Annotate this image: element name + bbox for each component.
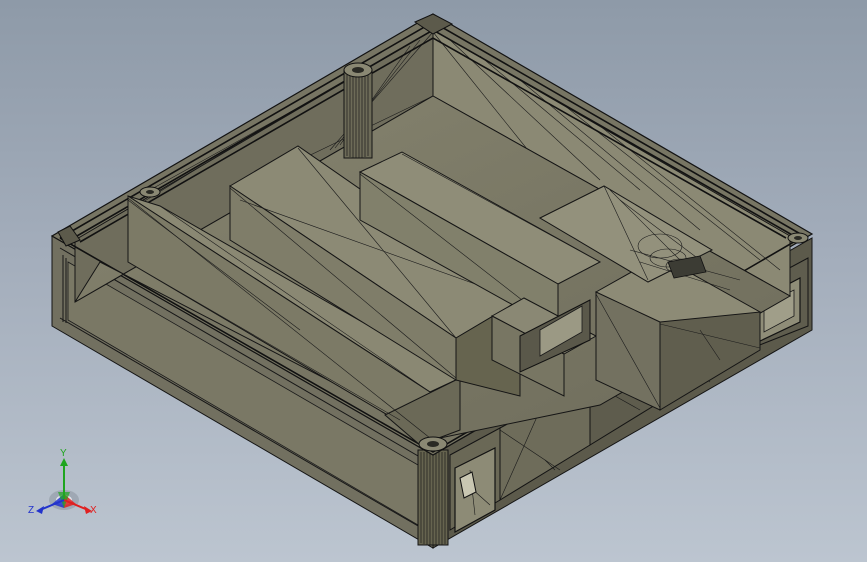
front-post-hole <box>427 441 439 447</box>
x-axis-label: X <box>90 505 97 516</box>
left-post-hole <box>146 190 154 194</box>
z-axis-label: Z <box>28 505 35 516</box>
y-axis-label: Y <box>60 448 67 459</box>
right-post-hole <box>794 236 802 240</box>
tray-model[interactable] <box>0 0 867 562</box>
back-post-hole <box>352 67 364 73</box>
triad-graphic <box>36 458 92 514</box>
orientation-triad[interactable]: Y X Z <box>24 448 104 528</box>
graphics-viewport[interactable]: Y X Z <box>0 0 867 562</box>
